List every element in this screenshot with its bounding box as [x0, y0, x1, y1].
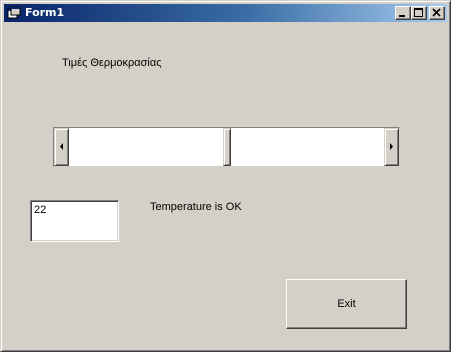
- scroll-left-button[interactable]: [54, 128, 69, 166]
- minimize-button[interactable]: [395, 6, 411, 20]
- minimize-icon: [399, 15, 405, 17]
- exit-button[interactable]: Exit: [286, 279, 407, 329]
- form-app-icon[interactable]: [7, 6, 21, 20]
- form1-window: Form1 Τιμές Θερμοκρασίας 22 Temperature …: [0, 0, 451, 352]
- scroll-right-button[interactable]: [384, 128, 399, 166]
- maximize-icon: [414, 8, 423, 17]
- arrow-right-icon: [390, 143, 393, 150]
- temperature-input[interactable]: 22: [30, 200, 119, 242]
- window-title: Form1: [25, 6, 65, 19]
- maximize-button[interactable]: [411, 6, 427, 20]
- close-icon: [432, 8, 441, 17]
- arrow-left-icon: [60, 143, 63, 150]
- title-bar[interactable]: Form1: [4, 4, 447, 22]
- temperature-scrollbar[interactable]: [53, 127, 400, 167]
- temperature-status-label: Temperature is OK: [150, 201, 242, 213]
- temperature-values-label: Τιμές Θερμοκρασίας: [62, 57, 162, 69]
- close-button[interactable]: [429, 6, 445, 20]
- exit-button-label: Exit: [337, 298, 356, 310]
- scrollbar-thumb[interactable]: [222, 128, 231, 166]
